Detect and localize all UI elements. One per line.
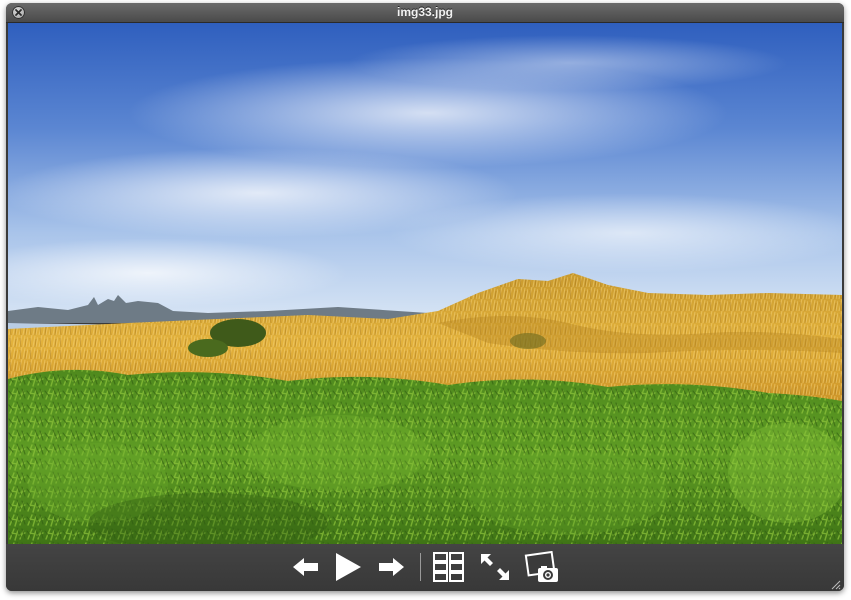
quicklook-window: img33.jpg — [6, 3, 844, 591]
landscape-photo — [8, 23, 842, 544]
toolbar — [6, 544, 844, 591]
grid-icon — [433, 552, 464, 582]
previous-button[interactable] — [289, 551, 323, 583]
fullscreen-arrows-icon — [481, 554, 509, 580]
arrow-right-icon — [379, 558, 404, 576]
window-title: img33.jpg — [396, 5, 453, 19]
index-sheet-button[interactable] — [432, 551, 466, 583]
play-icon — [336, 553, 361, 581]
title-bar[interactable]: img33.jpg — [6, 3, 844, 23]
add-to-iphoto-button[interactable] — [524, 551, 558, 583]
next-button[interactable] — [374, 551, 408, 583]
resize-grip[interactable] — [830, 577, 841, 590]
full-screen-button[interactable] — [478, 551, 512, 583]
camera-photo-icon — [524, 551, 558, 582]
image-preview — [8, 23, 842, 544]
toolbar-separator — [420, 553, 421, 581]
resize-grip-icon — [831, 580, 841, 590]
play-button[interactable] — [330, 551, 364, 583]
arrow-left-icon — [293, 558, 318, 576]
